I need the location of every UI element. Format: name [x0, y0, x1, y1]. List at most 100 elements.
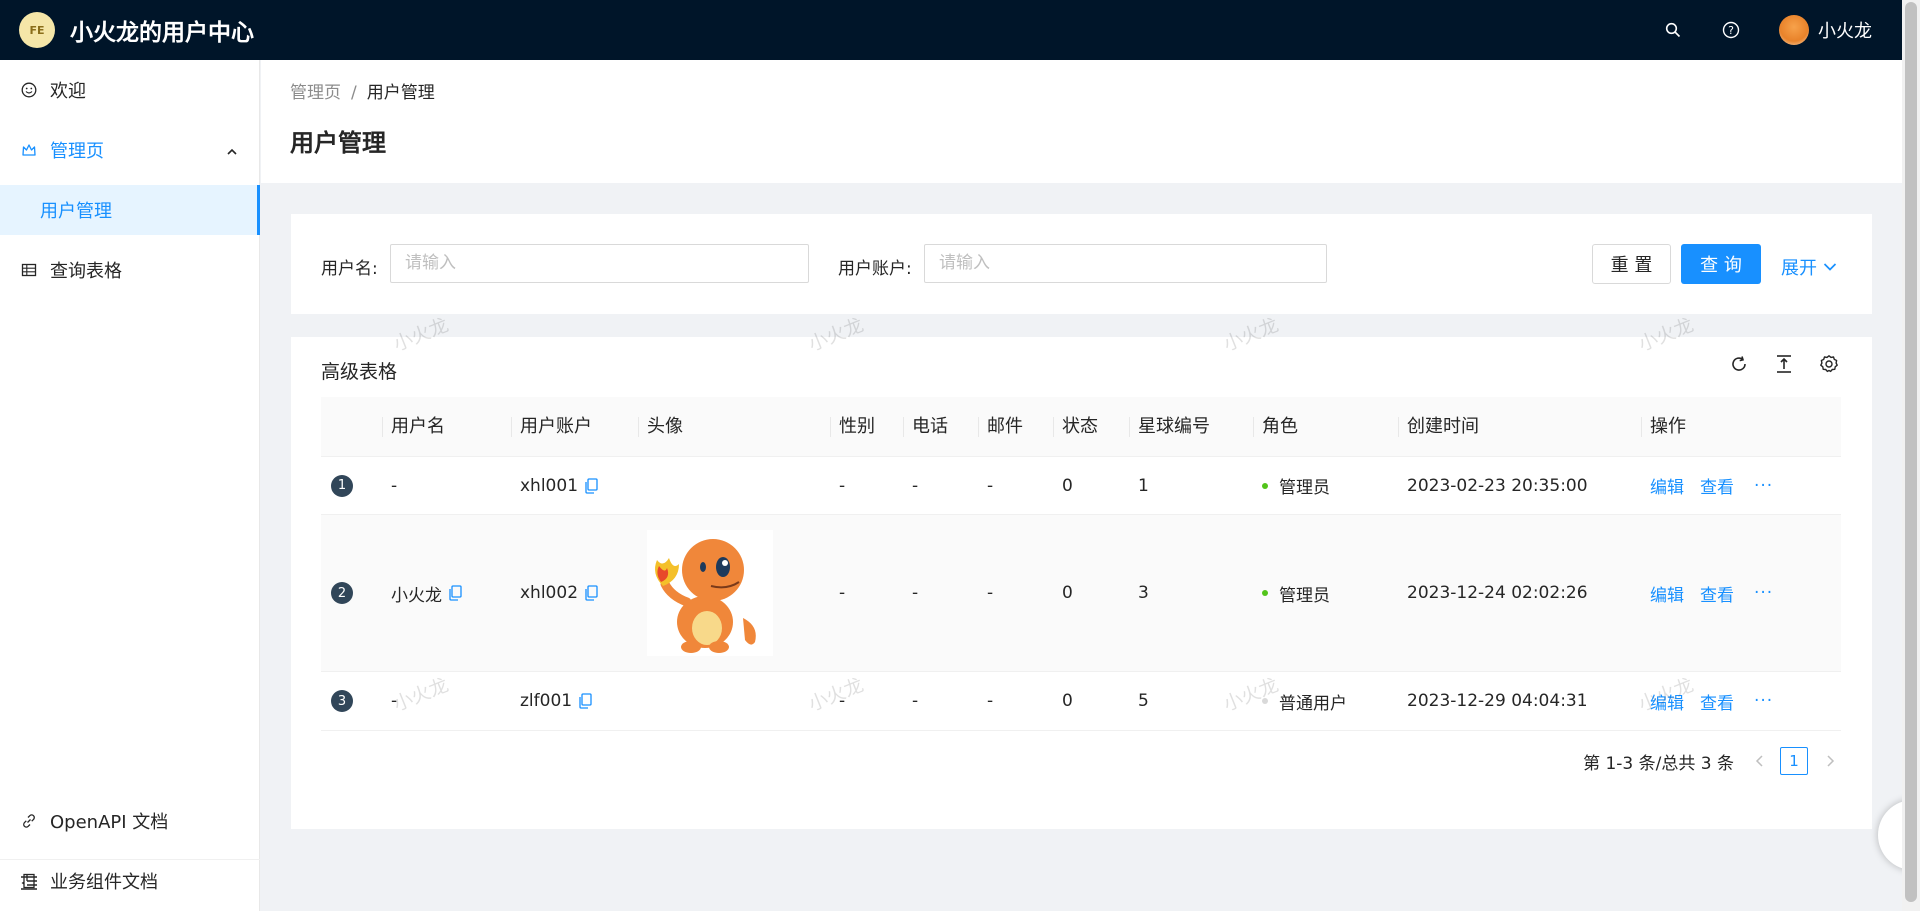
cell-status: 0 [1062, 475, 1073, 496]
column-header-username: 用户名 [382, 397, 445, 457]
sidebar-item-label: 管理页 [50, 141, 104, 162]
breadcrumb-item-admin[interactable]: 管理页 [290, 83, 341, 103]
column-header-gender: 性别 [830, 397, 875, 457]
username-input[interactable]: 请输入 [390, 244, 809, 283]
cell-gender: - [839, 691, 846, 711]
chevron-left-icon[interactable] [1750, 754, 1770, 768]
search-icon[interactable] [1663, 20, 1683, 40]
pagination-summary: 第 1-3 条/总共 3 条 [1583, 753, 1734, 774]
page-number-current[interactable]: 1 [1780, 747, 1808, 775]
sidebar: 欢迎 管理页 用户管理 查询表格 OpenAPI 文档 业务组件文档 [0, 60, 260, 911]
vertical-scrollbar[interactable] [1902, 0, 1920, 911]
cell-role: 普通用户 [1279, 693, 1347, 714]
table-card: 高级表格 用户名 用户账户 头像 性别 电话 邮件 状态 星球编号 角色 创建时… [291, 337, 1872, 829]
sidebar-item-user-management[interactable]: 用户管理 [0, 185, 260, 235]
app-title[interactable]: 小火龙的用户中心 [70, 13, 254, 47]
cell-gender: - [839, 475, 846, 496]
table-toolbar [1705, 353, 1840, 375]
cell-created-time: 2023-12-24 02:02:26 [1407, 583, 1588, 603]
view-link[interactable]: 查看 [1700, 689, 1734, 714]
sidebar-collapse-button[interactable] [0, 859, 260, 911]
cell-created-time: 2023-02-23 20:35:00 [1407, 475, 1588, 496]
column-header-created-time: 创建时间 [1398, 397, 1479, 457]
reload-icon[interactable] [1728, 353, 1750, 375]
smile-icon [20, 81, 38, 99]
copy-icon[interactable] [584, 585, 598, 601]
link-icon [20, 812, 38, 830]
cell-account: xhl002 [520, 583, 579, 603]
cell-phone: - [912, 691, 919, 711]
row-index-badge: 1 [331, 474, 353, 497]
column-header-actions: 操作 [1641, 397, 1686, 457]
more-icon[interactable]: ··· [1754, 583, 1773, 603]
header-username[interactable]: 小火龙 [1818, 17, 1872, 43]
scrollbar-thumb[interactable] [1905, 2, 1917, 902]
row-index-badge: 2 [331, 582, 353, 604]
view-link[interactable]: 查看 [1700, 581, 1734, 606]
role-status-dot [1262, 482, 1268, 489]
reset-button[interactable]: 重 置 [1592, 244, 1671, 284]
role-status-dot [1262, 590, 1268, 596]
account-label: 用户账户: [838, 259, 912, 279]
cell-planet-code: 3 [1138, 583, 1149, 603]
row-index-badge: 3 [331, 690, 353, 712]
more-icon[interactable]: ··· [1754, 691, 1773, 711]
table-row: 2 小火龙 xhl002 - - - 0 3 管理员 2023-12-24 02… [321, 515, 1841, 672]
question-circle-icon[interactable]: ? [1721, 20, 1741, 40]
sidebar-item-welcome[interactable]: 欢迎 [0, 65, 260, 115]
edit-link[interactable]: 编辑 [1650, 473, 1684, 498]
sidebar-item-openapi-docs[interactable]: OpenAPI 文档 [0, 796, 260, 846]
charmander-avatar-image[interactable] [647, 530, 773, 656]
column-header-account: 用户账户 [511, 397, 592, 457]
account-input[interactable]: 请输入 [924, 244, 1327, 283]
cell-username: - [391, 691, 398, 711]
view-link[interactable]: 查看 [1700, 473, 1734, 498]
cell-role: 管理员 [1279, 478, 1330, 498]
copy-icon[interactable] [448, 585, 462, 601]
svg-text:?: ? [1728, 24, 1734, 37]
column-header-phone: 电话 [903, 397, 948, 457]
sidebar-item-query-table[interactable]: 查询表格 [0, 245, 260, 295]
edit-link[interactable]: 编辑 [1650, 581, 1684, 606]
crown-icon [20, 141, 38, 159]
app-logo[interactable]: FE [19, 12, 55, 48]
expand-toggle[interactable]: 展开 [1781, 254, 1837, 280]
menu-fold-icon [20, 875, 38, 896]
table-row: 3 - zlf001 - - - 0 5 普通用户 2023-12-29 04:… [321, 672, 1841, 731]
table-icon [20, 261, 38, 279]
column-header-role: 角色 [1253, 397, 1298, 457]
pagination: 第 1-3 条/总共 3 条 1 [1583, 747, 1840, 775]
column-header-avatar: 头像 [638, 397, 683, 457]
cell-email: - [987, 691, 994, 711]
sidebar-item-label: 欢迎 [50, 81, 86, 102]
cell-account: xhl001 [520, 475, 579, 496]
cell-planet-code: 1 [1138, 475, 1149, 496]
more-icon[interactable]: ··· [1754, 476, 1773, 496]
column-height-icon[interactable] [1773, 353, 1795, 375]
cell-email: - [987, 475, 994, 496]
cell-created-time: 2023-12-29 04:04:31 [1407, 691, 1588, 711]
copy-icon[interactable] [578, 693, 592, 709]
edit-link[interactable]: 编辑 [1650, 689, 1684, 714]
expand-label: 展开 [1781, 258, 1817, 279]
page-header: 管理页 / 用户管理 用户管理 [261, 60, 1902, 183]
query-button[interactable]: 查 询 [1681, 244, 1761, 284]
sidebar-item-admin[interactable]: 管理页 [0, 125, 260, 175]
sidebar-item-label: 用户管理 [40, 201, 112, 222]
role-status-dot [1262, 698, 1268, 704]
page-title: 用户管理 [290, 129, 386, 157]
cell-email: - [987, 583, 994, 603]
column-header-planet-code: 星球编号 [1129, 397, 1210, 457]
copy-icon[interactable] [584, 477, 598, 494]
chevron-right-icon[interactable] [1820, 754, 1840, 768]
top-header: FE 小火龙的用户中心 ? 小火龙 [0, 0, 1902, 60]
user-avatar[interactable] [1779, 15, 1809, 45]
cell-account: zlf001 [520, 691, 573, 711]
cell-phone: - [912, 475, 919, 496]
cell-username: - [391, 475, 398, 496]
cell-status: 0 [1062, 691, 1073, 711]
sidebar-item-label: 查询表格 [50, 261, 122, 282]
cell-gender: - [839, 583, 846, 603]
setting-icon[interactable] [1818, 353, 1840, 375]
username-label: 用户名: [321, 259, 378, 279]
